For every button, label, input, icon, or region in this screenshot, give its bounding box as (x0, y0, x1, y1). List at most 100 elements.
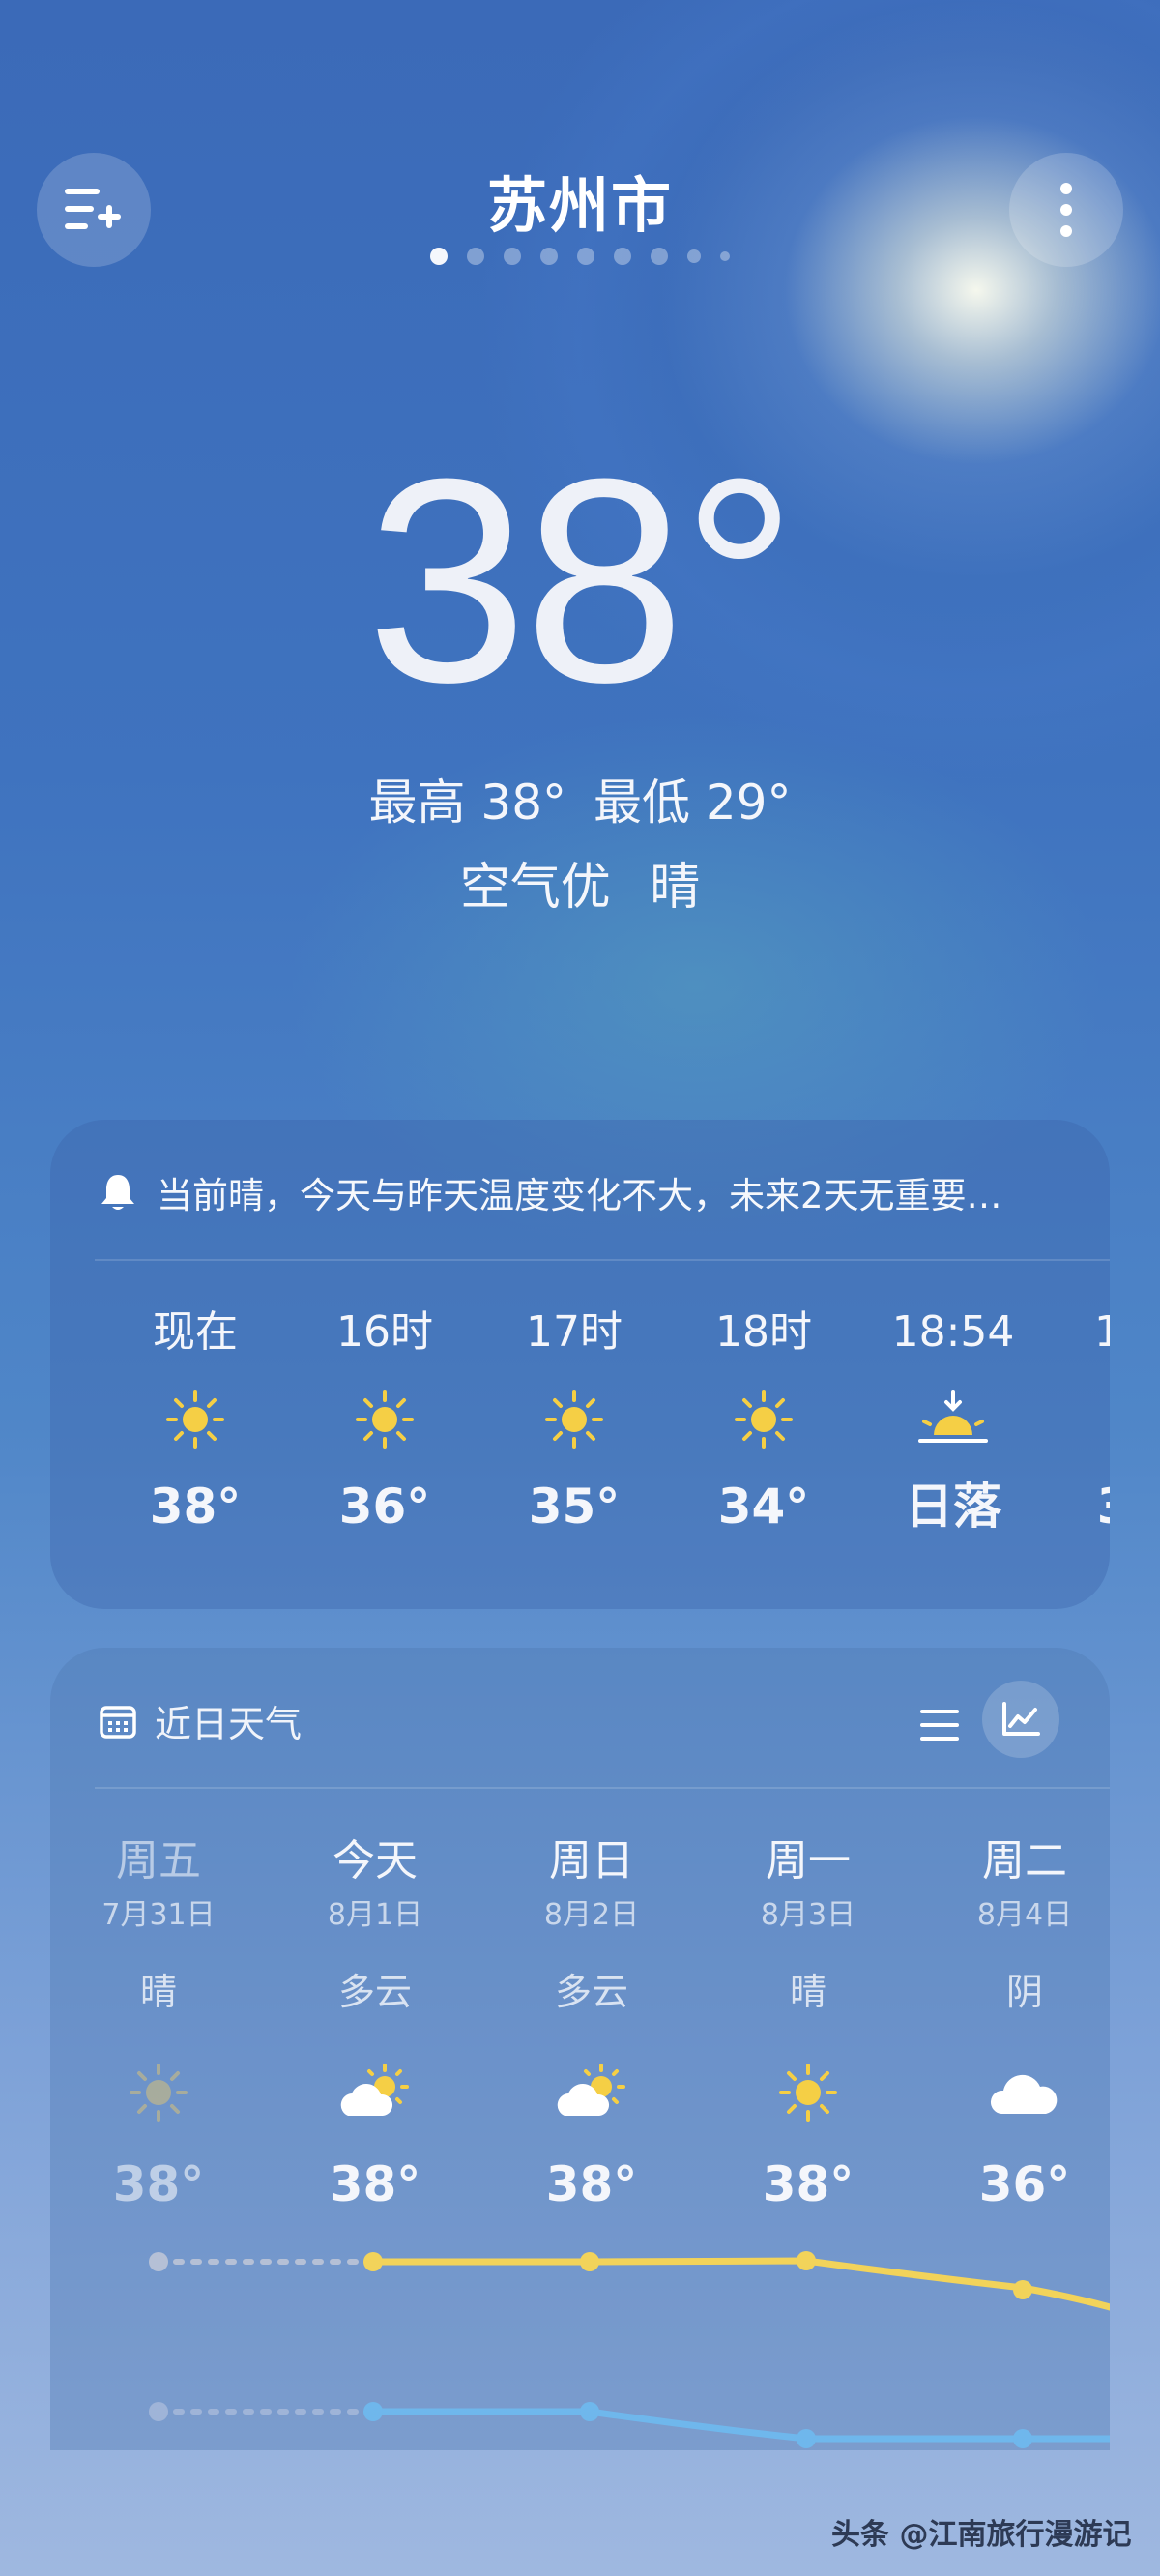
hour-label: 18:54 (891, 1307, 1015, 1357)
high-point (363, 2252, 383, 2271)
hour-item: 现在 38° (118, 1303, 273, 1536)
day-item[interactable]: 周二 8月4日 阴 36° (928, 1831, 1110, 2228)
partly-cloudy-icon (340, 2064, 409, 2116)
hour-label: 现在 (153, 1307, 238, 1357)
trend-chart-icon (1002, 1702, 1040, 1736)
day-high: 36° (978, 2156, 1071, 2212)
day-condition: 晴 (139, 1971, 177, 2013)
high-temp: 最高 38° (368, 775, 567, 831)
alert-text: 当前晴，今天与昨天温度变化不大，未来2天无重要… (157, 1175, 1002, 1216)
page-dot (651, 248, 668, 265)
high-point (1013, 2280, 1032, 2299)
city-name: 苏州市 (486, 170, 673, 241)
calendar-icon (100, 1705, 136, 1739)
divider (95, 1787, 1110, 1789)
sun-icon (166, 1390, 224, 1449)
watermark: 头条 @江南旅行漫游记 (831, 2518, 1132, 2552)
high-point (149, 2252, 168, 2271)
day-date: 8月3日 (760, 1898, 856, 1932)
day-date: 8月4日 (976, 1898, 1073, 1932)
day-high: 38° (545, 2156, 638, 2212)
day-date: 7月31日 (102, 1898, 216, 1932)
hourly-list[interactable]: 现在 38° 16时 36° 17时 35° 18时 34° 18:54 日落 … (50, 1303, 1110, 1594)
day-date: 8月2日 (543, 1898, 640, 1932)
bell-icon (102, 1175, 134, 1210)
chart-view-button[interactable] (982, 1681, 1059, 1758)
page-dot (577, 248, 594, 265)
hour-temp: 38° (149, 1478, 242, 1535)
hour-item: 18时 34° (686, 1303, 841, 1536)
page-dot (540, 248, 558, 265)
low-point (149, 2402, 168, 2421)
more-vertical-icon (1060, 183, 1072, 237)
hour-label: 18时 (715, 1307, 812, 1357)
daily-forecast-card[interactable]: 近日天气 周五 7月31日 晴 38° 今天 8月1日 多云 38° 周日 8月… (50, 1648, 1110, 2450)
page-dot (720, 251, 730, 261)
hour-label: 16时 (336, 1307, 433, 1357)
list-view-button[interactable] (901, 1686, 978, 1764)
partly-cloudy-icon (557, 2064, 625, 2116)
sun-icon (130, 2064, 188, 2122)
current-temperature: 38° (366, 418, 798, 743)
day-high: 38° (112, 2156, 205, 2212)
hour-temp: 32° (1065, 1478, 1110, 1536)
weather-alert[interactable]: 当前晴，今天与昨天温度变化不大，未来2天无重要… (99, 1166, 1085, 1218)
hourly-forecast-card[interactable]: 当前晴，今天与昨天温度变化不大，未来2天无重要… 现在 38° 16时 36° … (50, 1120, 1110, 1609)
day-item[interactable]: 今天 8月1日 多云 38° (278, 1831, 472, 2228)
page-dot (504, 248, 521, 265)
day-name: 今天 (333, 1836, 418, 1886)
high-point (580, 2252, 599, 2271)
high-point (797, 2251, 816, 2270)
hour-item: 16时 36° (307, 1303, 462, 1536)
day-high: 38° (762, 2156, 855, 2212)
hour-item: 18:54 日落 (876, 1303, 1030, 1536)
hour-temp: 35° (528, 1478, 621, 1535)
day-name: 周二 (982, 1836, 1067, 1886)
low-point (1013, 2429, 1032, 2448)
page-dot (614, 248, 631, 265)
page-dot (687, 249, 701, 263)
day-item[interactable]: 周一 8月3日 晴 38° (711, 1831, 905, 2228)
more-options-button[interactable] (1009, 153, 1123, 267)
high-low-temps: 最高 38° 最低 29° (0, 764, 1160, 834)
daily-title-row: 近日天气 (99, 1694, 302, 1747)
hour-temp: 34° (717, 1478, 810, 1535)
low-temp: 最低 29° (593, 775, 792, 831)
day-name: 周一 (766, 1836, 851, 1886)
sun-icon (735, 1390, 793, 1449)
day-condition: 晴 (789, 1971, 826, 2013)
day-item[interactable]: 周五 7月31日 晴 38° (62, 1831, 255, 2228)
cloud-icon (990, 2074, 1058, 2114)
page-indicator (0, 248, 1160, 265)
daily-title: 近日天气 (155, 1703, 303, 1745)
low-temp-line (369, 2408, 1110, 2443)
hour-temp: 日落 (905, 1478, 1001, 1535)
sunset-icon (918, 1390, 988, 1443)
high-temp-line (369, 2257, 1110, 2311)
sun-icon (779, 2064, 837, 2122)
low-point (363, 2402, 383, 2421)
page-dot (430, 248, 448, 265)
divider (95, 1259, 1110, 1261)
air-quality: 空气优 (459, 859, 611, 917)
page-dot (467, 248, 484, 265)
day-condition: 阴 (1005, 1971, 1043, 2013)
day-condition: 多云 (554, 1971, 628, 2013)
day-name: 周日 (549, 1836, 634, 1886)
hour-label: 17时 (526, 1307, 623, 1357)
low-point (797, 2429, 816, 2448)
low-point (580, 2402, 599, 2421)
day-condition: 多云 (337, 1971, 412, 2013)
hour-temp: 36° (338, 1478, 431, 1535)
sun-icon (545, 1390, 603, 1449)
list-icon (920, 1710, 959, 1741)
hour-label: 19时 (1094, 1307, 1110, 1357)
hour-item: 17时 35° (497, 1303, 652, 1536)
air-quality-row[interactable]: 空气优 晴 (0, 846, 1160, 919)
day-date: 8月1日 (327, 1898, 423, 1932)
day-name: 周五 (116, 1836, 201, 1886)
day-item[interactable]: 周日 8月2日 多云 38° (495, 1831, 688, 2228)
hour-item: 19时 32° (1065, 1303, 1110, 1536)
day-high: 38° (329, 2156, 421, 2212)
sun-icon (356, 1390, 414, 1449)
